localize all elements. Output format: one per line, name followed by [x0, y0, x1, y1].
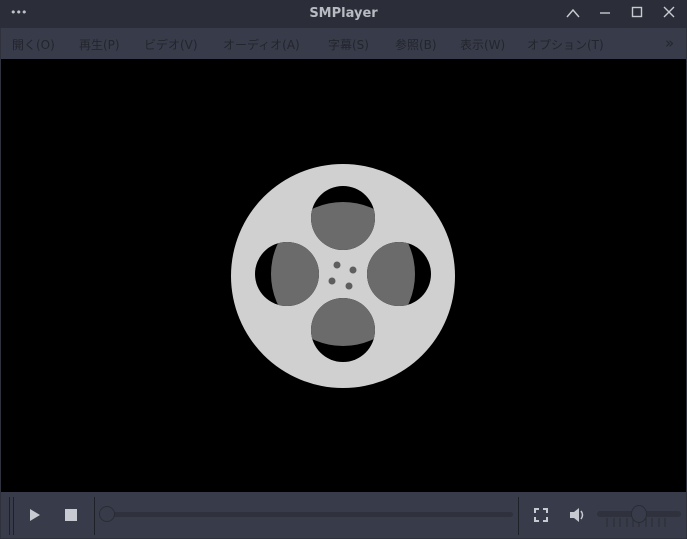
menu-options[interactable]: オプション(T): [527, 36, 604, 53]
separator: [518, 497, 519, 535]
maximize-icon: [631, 6, 643, 18]
minimize-button[interactable]: [594, 3, 616, 25]
separator: [94, 497, 95, 535]
video-area[interactable]: [1, 59, 686, 492]
menu-audio[interactable]: オーディオ(A): [223, 36, 300, 53]
fullscreen-icon: [534, 508, 548, 522]
volume-slider[interactable]: [597, 504, 681, 528]
seek-handle[interactable]: [99, 506, 115, 522]
mute-button[interactable]: [569, 507, 587, 523]
close-icon: [663, 6, 675, 18]
stop-icon: [65, 509, 77, 521]
menu-overflow-button[interactable]: »: [665, 34, 674, 52]
volume-handle[interactable]: [631, 505, 647, 523]
menu-play[interactable]: 再生(P): [79, 36, 120, 53]
seek-slider[interactable]: [99, 505, 513, 523]
chevron-up-icon: [566, 8, 580, 18]
fullscreen-button[interactable]: [533, 507, 549, 523]
seek-track: [107, 512, 513, 517]
maximize-button[interactable]: [626, 3, 648, 25]
menu-browse[interactable]: 参照(B): [395, 36, 437, 53]
shade-button[interactable]: [562, 3, 584, 25]
menu-open[interactable]: 開く(O): [12, 36, 55, 53]
title-bar: ••• SMPlayer: [0, 0, 687, 28]
play-button[interactable]: [27, 507, 43, 523]
minimize-icon: [600, 12, 610, 14]
menu-video[interactable]: ビデオ(V): [144, 36, 198, 53]
film-reel-logo: [231, 164, 455, 388]
menu-bar: 開く(O) 再生(P) ビデオ(V) オーディオ(A) 字幕(S) 参照(B) …: [1, 28, 686, 59]
volume-icon: [570, 508, 584, 522]
play-icon: [30, 509, 40, 521]
control-bar: [1, 492, 686, 538]
toolbar-handle[interactable]: [9, 497, 10, 535]
toolbar-handle-line: [13, 497, 14, 535]
close-button[interactable]: [658, 3, 680, 25]
menu-subtitles[interactable]: 字幕(S): [328, 36, 369, 53]
menu-view[interactable]: 表示(W): [460, 36, 505, 53]
stop-button[interactable]: [63, 507, 79, 523]
